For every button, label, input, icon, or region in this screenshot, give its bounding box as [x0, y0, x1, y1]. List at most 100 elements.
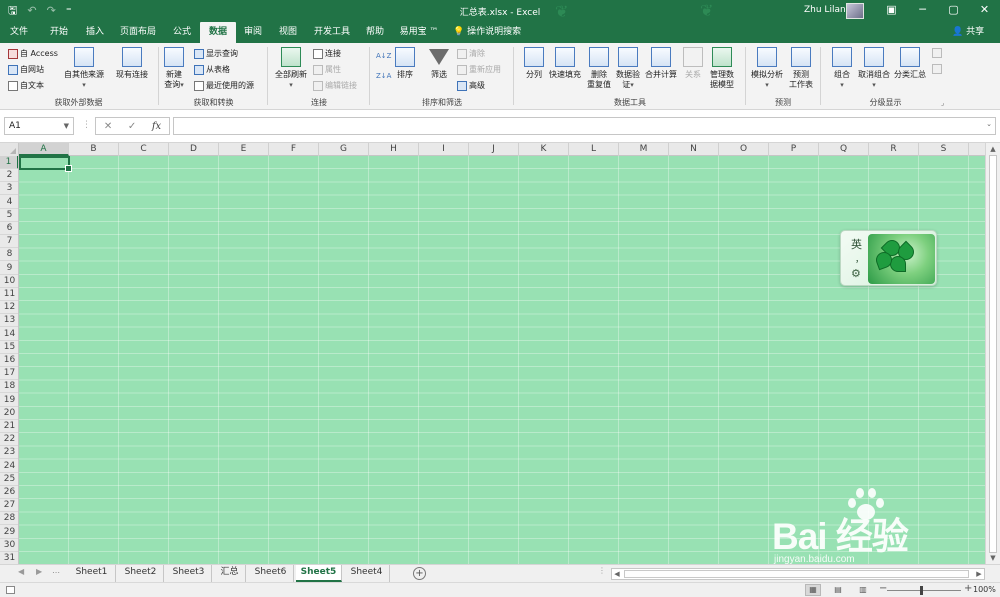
select-all-button[interactable]: [0, 143, 19, 156]
row-header-24[interactable]: 24: [0, 460, 18, 473]
ime-mode-label[interactable]: 英: [851, 236, 862, 252]
tab-yiyongbao[interactable]: 易用宝 ™: [393, 22, 445, 43]
next-sheet-icon[interactable]: ▶: [36, 567, 42, 576]
row-header-6[interactable]: 6: [0, 222, 18, 235]
row-header-12[interactable]: 12: [0, 301, 18, 315]
enter-icon[interactable]: ✓: [128, 121, 136, 132]
zoom-out-icon[interactable]: −: [879, 583, 887, 594]
avatar[interactable]: [846, 3, 864, 19]
sheet-tab[interactable]: Sheet5: [296, 565, 342, 582]
user-name[interactable]: Zhu Lilan: [804, 5, 846, 15]
vertical-scrollbar[interactable]: ▲ ▼: [985, 143, 1000, 564]
zoom-slider[interactable]: [887, 590, 961, 591]
relationships-button[interactable]: 关系: [683, 47, 703, 80]
what-if-analysis-button[interactable]: 模拟分析 ▾: [751, 47, 783, 90]
column-header-h[interactable]: H: [369, 143, 419, 156]
dialog-launcher-icon[interactable]: ⌟: [941, 99, 944, 107]
previous-sheet-icon[interactable]: ◀: [18, 567, 24, 576]
sheet-tab[interactable]: Sheet4: [344, 565, 390, 582]
restore-icon[interactable]: ▢: [938, 3, 969, 17]
row-header-13[interactable]: 13: [0, 314, 18, 328]
column-header-p[interactable]: P: [769, 143, 819, 156]
row-header-5[interactable]: 5: [0, 209, 18, 222]
from-text-button[interactable]: 自文本: [8, 80, 44, 91]
from-other-sources-button[interactable]: 自其他来源 ▾: [64, 47, 104, 90]
row-header-7[interactable]: 7: [0, 235, 18, 249]
tab-splitter-icon[interactable]: ⋮: [598, 566, 606, 575]
page-layout-view-icon[interactable]: ▤: [830, 584, 846, 596]
name-box[interactable]: A1 ▼: [4, 117, 74, 135]
column-header-m[interactable]: M: [619, 143, 669, 156]
remove-duplicates-button[interactable]: 删除 重复值: [587, 47, 611, 90]
tab-home[interactable]: 开始: [42, 22, 76, 43]
row-header-19[interactable]: 19: [0, 394, 18, 407]
row-header-8[interactable]: 8: [0, 248, 18, 262]
sheet-tab[interactable]: Sheet3: [166, 565, 212, 582]
row-header-18[interactable]: 18: [0, 380, 18, 394]
column-header-j[interactable]: J: [469, 143, 519, 156]
existing-connections-button[interactable]: 现有连接: [116, 47, 148, 80]
row-header-15[interactable]: 15: [0, 341, 18, 354]
row-header-22[interactable]: 22: [0, 433, 18, 447]
column-header-n[interactable]: N: [669, 143, 719, 156]
share-button[interactable]: 👤 共享: [952, 22, 984, 43]
scroll-right-icon[interactable]: ▶: [974, 569, 984, 579]
row-header-2[interactable]: 2: [0, 169, 18, 183]
active-cell[interactable]: [19, 156, 72, 172]
expand-formula-bar-icon[interactable]: ⌄: [986, 120, 992, 128]
tab-review[interactable]: 审阅: [237, 22, 269, 43]
tab-developer[interactable]: 开发工具: [307, 22, 357, 43]
scroll-thumb[interactable]: [989, 155, 997, 553]
column-header-i[interactable]: I: [419, 143, 469, 156]
sheet-tab[interactable]: 汇总: [214, 565, 246, 582]
zoom-in-icon[interactable]: +: [964, 583, 972, 594]
tab-page-layout[interactable]: 页面布局: [114, 22, 162, 43]
show-detail-icon[interactable]: [932, 48, 942, 58]
properties-button[interactable]: 属性: [313, 64, 341, 75]
from-access-button[interactable]: 自 Access: [8, 48, 58, 59]
column-header-l[interactable]: L: [569, 143, 619, 156]
sort-descending-button[interactable]: Z↓A: [376, 72, 391, 80]
row-header-4[interactable]: 4: [0, 196, 18, 209]
scroll-left-icon[interactable]: ◀: [612, 569, 622, 579]
reapply-button[interactable]: 重新应用: [457, 64, 501, 75]
row-header-26[interactable]: 26: [0, 486, 18, 499]
hide-detail-icon[interactable]: [932, 64, 942, 74]
row-header-29[interactable]: 29: [0, 526, 18, 539]
from-table-button[interactable]: 从表格: [194, 64, 230, 75]
column-header-o[interactable]: O: [719, 143, 769, 156]
tab-view[interactable]: 视图: [271, 22, 305, 43]
row-header-3[interactable]: 3: [0, 182, 18, 196]
edit-links-button[interactable]: 编辑链接: [313, 80, 357, 91]
consolidate-button[interactable]: 合并计算: [645, 47, 677, 80]
row-header-11[interactable]: 11: [0, 288, 18, 301]
forecast-sheet-button[interactable]: 预测 工作表: [789, 47, 813, 90]
sort-ascending-button[interactable]: A↓Z: [376, 52, 391, 60]
connections-button[interactable]: 连接: [313, 48, 341, 59]
column-header-s[interactable]: S: [919, 143, 969, 156]
clear-filter-button[interactable]: 清除: [457, 48, 485, 59]
zoom-slider-thumb[interactable]: [920, 586, 923, 595]
filter-button[interactable]: 筛选: [429, 47, 449, 80]
sheet-tab[interactable]: Sheet6: [248, 565, 294, 582]
close-icon[interactable]: ✕: [969, 3, 1000, 17]
text-to-columns-button[interactable]: 分列: [524, 47, 544, 80]
show-queries-button[interactable]: 显示查询: [194, 48, 238, 59]
row-header-20[interactable]: 20: [0, 407, 18, 420]
column-header-d[interactable]: D: [169, 143, 219, 156]
group-button[interactable]: 组合 ▾: [832, 47, 852, 90]
ime-toolbar[interactable]: 英 ， ⚙: [840, 230, 937, 286]
column-header-e[interactable]: E: [219, 143, 269, 156]
from-web-button[interactable]: 自网站: [8, 64, 44, 75]
column-header-k[interactable]: K: [519, 143, 569, 156]
cancel-icon[interactable]: ✕: [104, 121, 112, 132]
scroll-down-icon[interactable]: ▼: [986, 554, 1000, 562]
sheet-tab[interactable]: Sheet2: [118, 565, 164, 582]
row-header-14[interactable]: 14: [0, 328, 18, 341]
column-header-f[interactable]: F: [269, 143, 319, 156]
row-header-1[interactable]: 1: [0, 156, 18, 169]
column-header-g[interactable]: G: [319, 143, 369, 156]
sort-button[interactable]: 排序: [395, 47, 415, 80]
recent-sources-button[interactable]: 最近使用的源: [194, 80, 254, 91]
column-header-r[interactable]: R: [869, 143, 919, 156]
